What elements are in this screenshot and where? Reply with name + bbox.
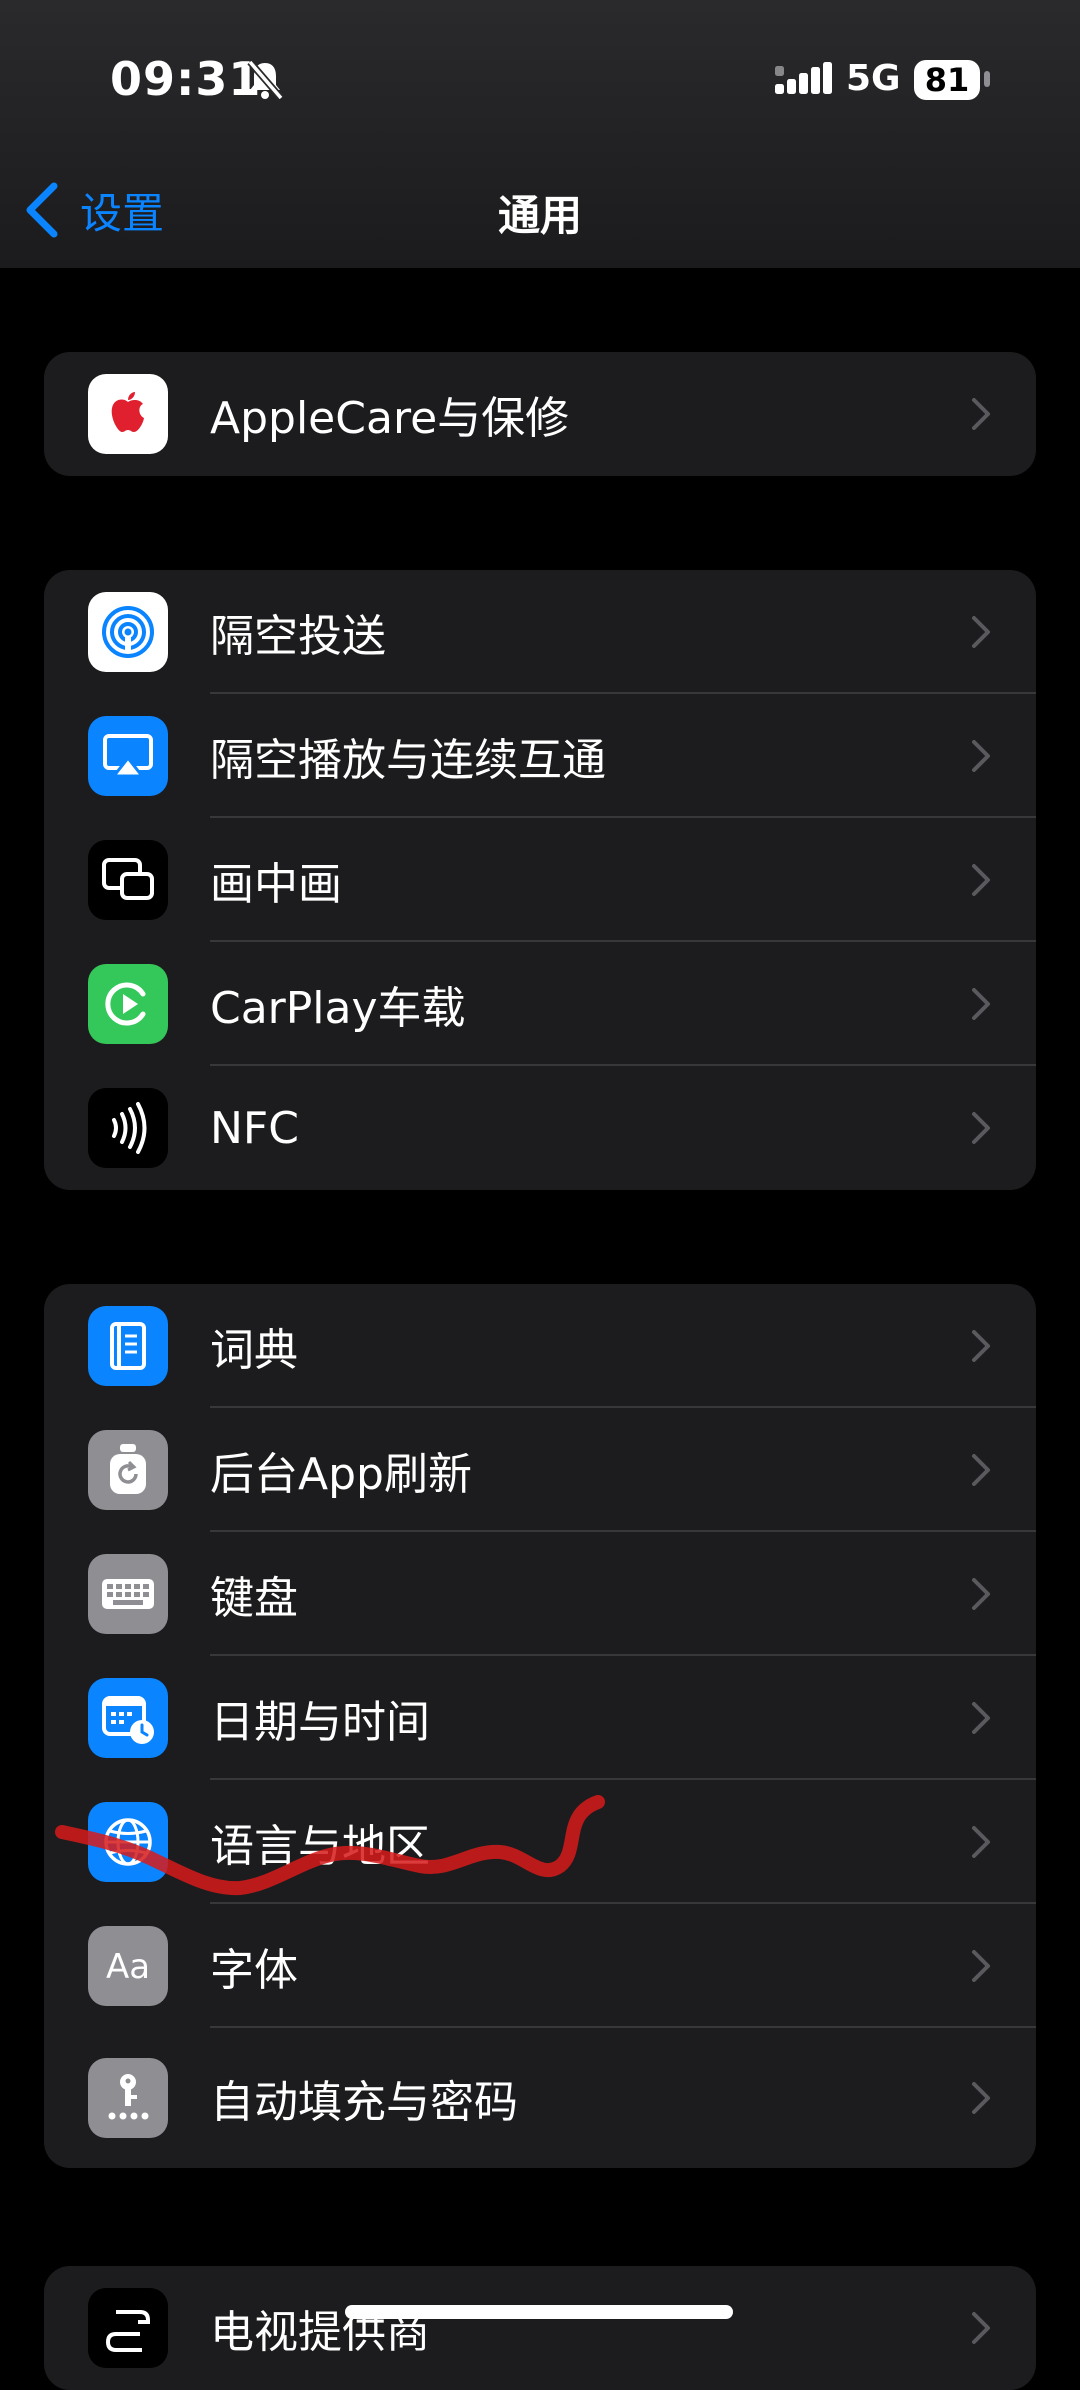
- row-nfc[interactable]: NFC: [44, 1066, 1036, 1190]
- keyboard-icon: [88, 1554, 168, 1634]
- nfc-icon: [88, 1088, 168, 1168]
- row-label: 后台App刷新: [210, 1449, 472, 1500]
- chevron-right-icon: [972, 1112, 990, 1144]
- row-date-time[interactable]: 日期与时间: [44, 1656, 1036, 1780]
- row-label: NFC: [210, 1102, 299, 1154]
- cellular-signal-icon: [775, 62, 832, 94]
- network-type: 5G: [846, 58, 901, 99]
- settings-group-general: 词典 后台App刷新 键盘 日期与时间 语言与地区 Aa 字体 自动填充与密码: [44, 1284, 1036, 2168]
- home-indicator: [345, 2305, 733, 2319]
- row-label: 隔空投送: [210, 611, 386, 662]
- row-carplay[interactable]: CarPlay车载: [44, 942, 1036, 1066]
- row-label: 隔空播放与连续互通: [210, 735, 606, 786]
- row-keyboard[interactable]: 键盘: [44, 1532, 1036, 1656]
- background-refresh-icon: [88, 1430, 168, 1510]
- row-airplay[interactable]: 隔空播放与连续互通: [44, 694, 1036, 818]
- page-title: 通用: [497, 191, 582, 240]
- tv-provider-icon: [88, 2288, 168, 2368]
- chevron-right-icon: [972, 864, 990, 896]
- status-time: 09:31: [110, 52, 262, 106]
- settings-group-tv: 电视提供商: [44, 2266, 1036, 2390]
- fonts-icon: Aa: [88, 1926, 168, 2006]
- battery-icon: 81: [914, 60, 980, 100]
- svg-text:Aa: Aa: [106, 1947, 150, 1987]
- row-autofill-passwords[interactable]: 自动填充与密码: [44, 2028, 1036, 2168]
- row-background-refresh[interactable]: 后台App刷新: [44, 1408, 1036, 1532]
- battery-level: 81: [924, 61, 970, 99]
- row-airdrop[interactable]: 隔空投送: [44, 570, 1036, 694]
- globe-icon: [88, 1802, 168, 1882]
- row-label: 键盘: [210, 1573, 298, 1624]
- chevron-right-icon: [972, 398, 990, 430]
- date-time-icon: [88, 1678, 168, 1758]
- settings-group-applecare: AppleCare与保修: [44, 352, 1036, 476]
- row-label: 词典: [210, 1325, 298, 1376]
- chevron-right-icon: [972, 616, 990, 648]
- row-label: 自动填充与密码: [210, 2077, 518, 2128]
- chevron-right-icon: [972, 1454, 990, 1486]
- chevron-right-icon: [972, 1950, 990, 1982]
- settings-group-connectivity: 隔空投送 隔空播放与连续互通 画中画 CarPlay车载 NFC: [44, 570, 1036, 1190]
- row-label: 字体: [210, 1945, 298, 1996]
- autofill-password-icon: [88, 2058, 168, 2138]
- row-label: CarPlay车载: [210, 983, 466, 1034]
- chevron-right-icon: [972, 1826, 990, 1858]
- navigation-header: 09:31 5G 81 设置 通用: [0, 0, 1080, 268]
- row-picture-in-picture[interactable]: 画中画: [44, 818, 1036, 942]
- airdrop-icon: [88, 592, 168, 672]
- row-dictionary[interactable]: 词典: [44, 1284, 1036, 1408]
- row-applecare[interactable]: AppleCare与保修: [44, 352, 1036, 476]
- picture-in-picture-icon: [88, 840, 168, 920]
- row-language-region[interactable]: 语言与地区: [44, 1780, 1036, 1904]
- row-fonts[interactable]: Aa 字体: [44, 1904, 1036, 2028]
- chevron-right-icon: [972, 1702, 990, 1734]
- row-label: 日期与时间: [210, 1697, 430, 1748]
- carplay-icon: [88, 964, 168, 1044]
- chevron-right-icon: [972, 2082, 990, 2114]
- row-label: 画中画: [210, 859, 342, 910]
- row-label: 语言与地区: [210, 1821, 430, 1872]
- battery-cap: [984, 71, 990, 87]
- row-label: AppleCare与保修: [210, 393, 570, 444]
- chevron-right-icon: [972, 1578, 990, 1610]
- silent-bell-icon: [247, 59, 284, 101]
- chevron-right-icon: [972, 988, 990, 1020]
- chevron-right-icon: [972, 740, 990, 772]
- chevron-right-icon: [972, 1330, 990, 1362]
- dictionary-icon: [88, 1306, 168, 1386]
- airplay-icon: [88, 716, 168, 796]
- row-tv-provider[interactable]: 电视提供商: [44, 2266, 1036, 2390]
- apple-logo-icon: [88, 374, 168, 454]
